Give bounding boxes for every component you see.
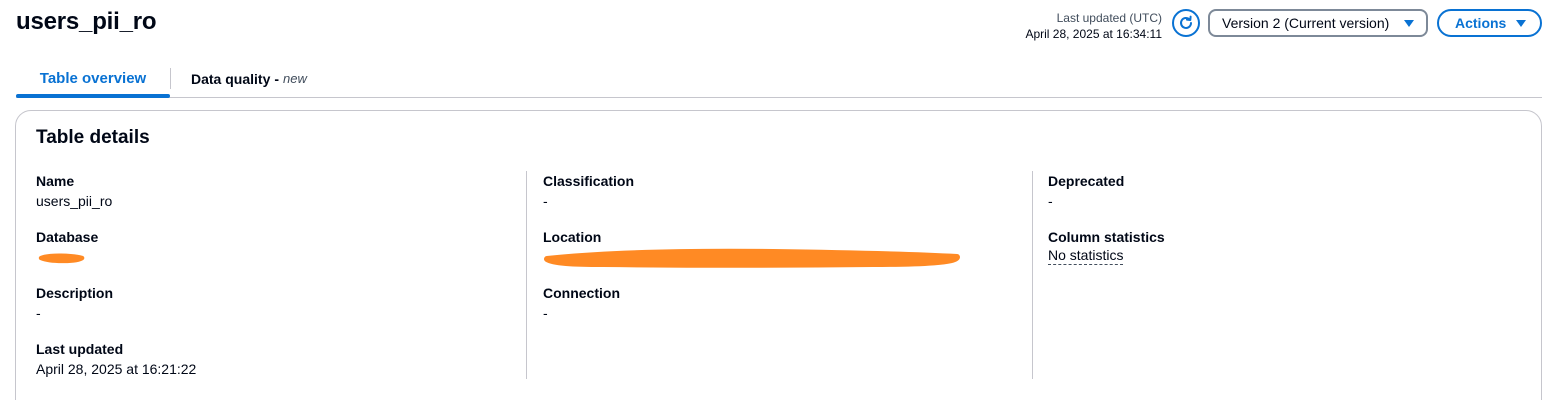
actions-button-label: Actions <box>1455 15 1507 31</box>
tab-label: Data quality <box>191 70 271 87</box>
tab-data-quality[interactable]: Data quality - new <box>191 60 307 97</box>
version-select[interactable]: Version 2 (Current version) <box>1208 9 1428 37</box>
field-label: Connection <box>543 285 620 301</box>
caret-down-icon <box>1516 19 1526 27</box>
section-title: Table details <box>36 127 150 148</box>
redaction-mark <box>544 248 960 268</box>
refresh-icon <box>1180 15 1192 29</box>
tab-bar: Table overview Data quality - new <box>16 60 1542 98</box>
tab-separator: - <box>274 70 280 87</box>
field-label: Deprecated <box>1048 173 1125 189</box>
name-field: Name users_pii_ro <box>36 171 526 227</box>
field-label: Name <box>36 173 75 189</box>
actions-button[interactable]: Actions <box>1437 9 1542 37</box>
field-label: Location <box>543 229 602 245</box>
tab-table-overview[interactable]: Table overview <box>16 60 170 98</box>
field-value: - <box>543 305 548 321</box>
connection-field: Connection - <box>543 283 1033 339</box>
details-column-1: Name users_pii_ro Database Description -… <box>36 171 526 395</box>
last-updated-info: Last updated (UTC) April 28, 2025 at 16:… <box>1000 10 1162 42</box>
field-label: Column statistics <box>1048 229 1165 245</box>
refresh-button[interactable] <box>1172 9 1200 37</box>
caret-down-icon <box>1404 19 1414 27</box>
classification-field: Classification - <box>543 171 1033 227</box>
field-label: Last updated <box>36 341 124 357</box>
last-updated-value: April 28, 2025 at 16:34:11 <box>1025 27 1162 41</box>
column-divider <box>526 171 527 379</box>
last-updated-field: Last updated April 28, 2025 at 16:21:22 <box>36 339 526 395</box>
details-column-3: Deprecated - Column statistics No statis… <box>1048 171 1528 283</box>
details-column-2: Classification - Location Connection - <box>543 171 1033 339</box>
database-field: Database <box>36 227 526 283</box>
page-title: users_pii_ro <box>16 8 157 35</box>
table-details-container: Table details Name users_pii_ro Database… <box>15 110 1542 400</box>
no-statistics-link[interactable]: No statistics <box>1048 247 1124 265</box>
field-label: Description <box>36 285 114 301</box>
last-updated-label: Last updated (UTC) <box>1056 11 1162 25</box>
description-field: Description - <box>36 283 526 339</box>
tab-new-suffix: new <box>283 71 307 86</box>
redaction-mark <box>38 253 85 264</box>
column-statistics-field: Column statistics No statistics <box>1048 227 1528 283</box>
field-value: - <box>1048 193 1053 209</box>
tab-label: Table overview <box>39 70 147 87</box>
column-divider <box>1032 171 1033 379</box>
field-value: users_pii_ro <box>36 193 113 209</box>
field-label: Classification <box>543 173 635 189</box>
field-value: April 28, 2025 at 16:21:22 <box>36 361 197 377</box>
field-label: Database <box>36 229 99 245</box>
field-value: - <box>543 193 548 209</box>
tab-divider <box>170 68 171 89</box>
version-select-value: Version 2 (Current version) <box>1222 15 1390 31</box>
deprecated-field: Deprecated - <box>1048 171 1528 227</box>
location-field: Location <box>543 227 1033 283</box>
field-value: - <box>36 305 41 321</box>
